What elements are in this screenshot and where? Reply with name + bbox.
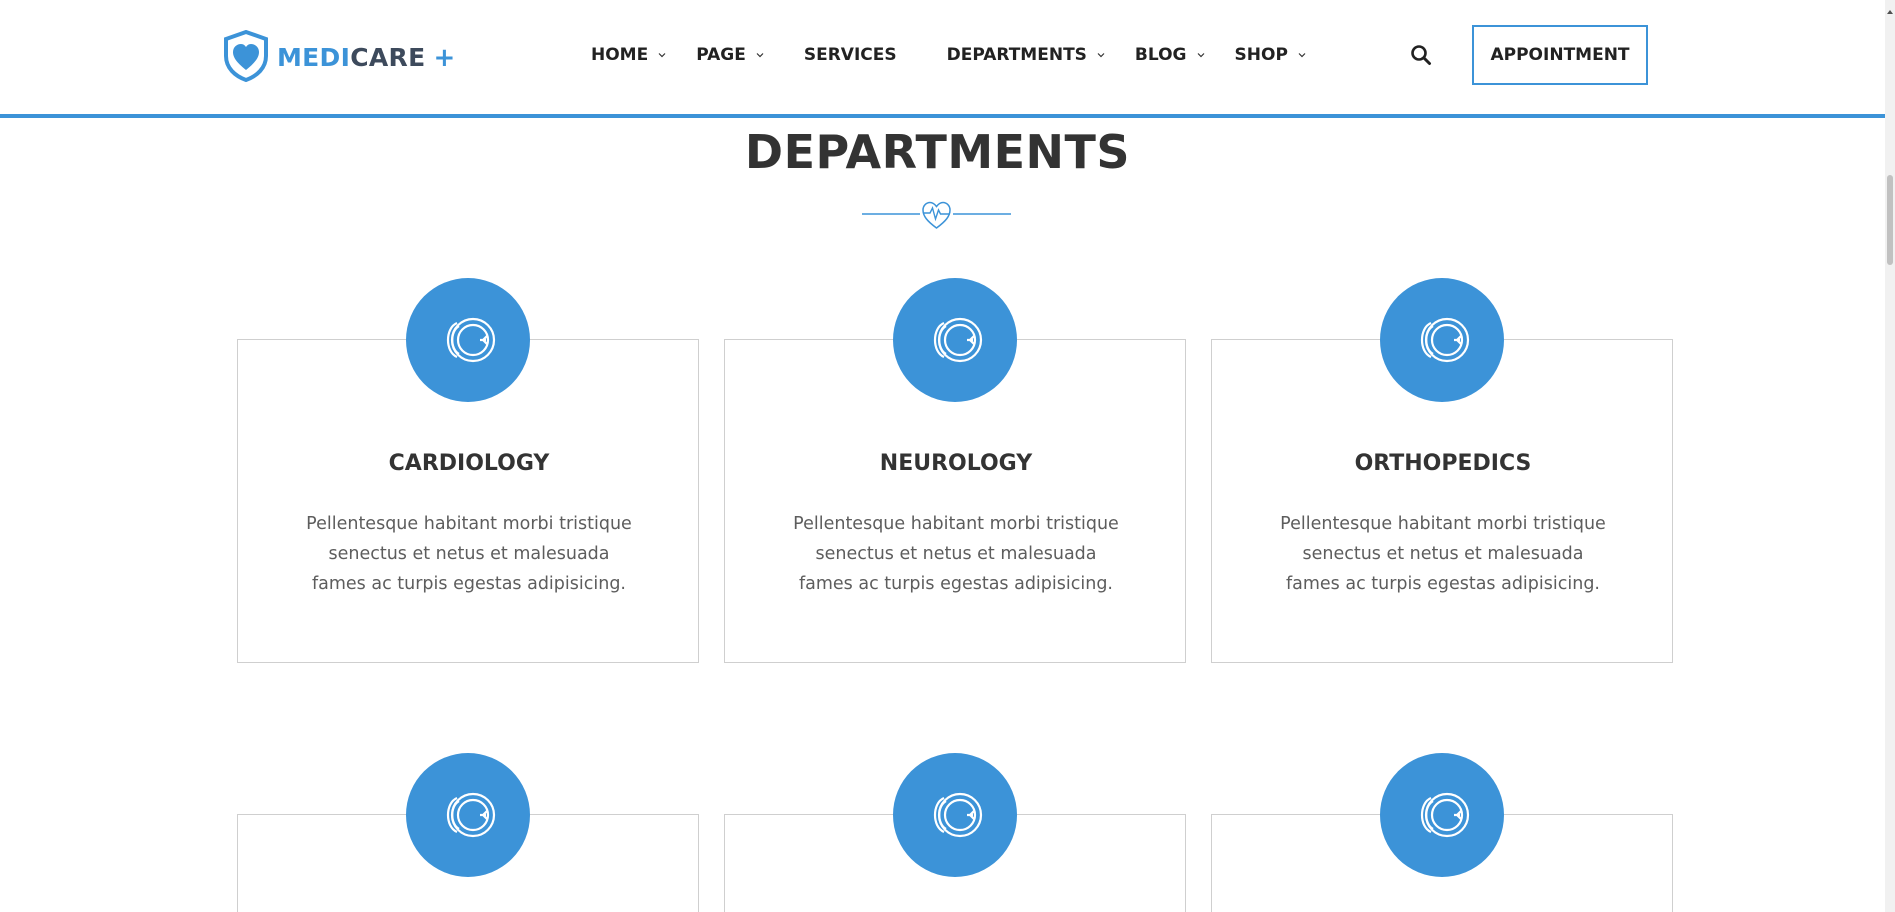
eye-lens-icon bbox=[1380, 278, 1504, 402]
description-line: Pellentesque habitant morbi tristique bbox=[793, 514, 1119, 534]
eye-lens-icon bbox=[893, 753, 1017, 877]
nav-item-home[interactable]: HOME bbox=[591, 45, 666, 65]
eye-lens-icon bbox=[1380, 753, 1504, 877]
eye-lens-icon bbox=[893, 278, 1017, 402]
main-nav: HOME PAGE SERVICES DEPARTMENTS BLOG SHOP bbox=[591, 0, 1306, 110]
description-line: fames ac turpis egestas adipisicing. bbox=[798, 574, 1113, 594]
site-header: MEDICARE + HOME PAGE SERVICES DEPARTMENTS… bbox=[0, 0, 1885, 118]
nav-item-label: DEPARTMENTS bbox=[946, 45, 1087, 65]
appointment-button[interactable]: APPOINTMENT bbox=[1472, 25, 1648, 85]
nav-item-label: SHOP bbox=[1234, 45, 1288, 65]
department-title: CARDIOLOGY bbox=[388, 451, 550, 476]
nav-item-label: BLOG bbox=[1134, 45, 1187, 65]
logo-text-medi: MEDI bbox=[277, 43, 351, 72]
nav-item-shop[interactable]: SHOP bbox=[1235, 45, 1306, 65]
eye-lens-icon bbox=[406, 278, 530, 402]
department-description: Pellentesque habitant morbi tristique se… bbox=[725, 509, 1187, 599]
site-logo[interactable]: MEDICARE + bbox=[223, 29, 456, 86]
description-line: fames ac turpis egestas adipisicing. bbox=[1285, 574, 1600, 594]
scrollbar-thumb[interactable] bbox=[1887, 175, 1893, 265]
logo-text-care: CARE bbox=[350, 43, 426, 72]
chevron-down-icon bbox=[1298, 51, 1306, 59]
department-title: NEUROLOGY bbox=[879, 451, 1033, 476]
scrollbar-track[interactable] bbox=[1885, 0, 1895, 912]
logo-plus: + bbox=[433, 43, 456, 73]
nav-item-label: HOME bbox=[591, 45, 649, 65]
nav-item-page[interactable]: PAGE bbox=[696, 45, 764, 65]
department-title: ORTHOPEDICS bbox=[1354, 451, 1532, 476]
description-line: Pellentesque habitant morbi tristique bbox=[1280, 514, 1606, 534]
shield-heart-icon bbox=[223, 29, 269, 86]
heartbeat-icon bbox=[860, 197, 1013, 231]
nav-item-services[interactable]: SERVICES bbox=[804, 45, 897, 65]
eye-lens-icon bbox=[406, 753, 530, 877]
department-description: Pellentesque habitant morbi tristique se… bbox=[238, 509, 700, 599]
description-line: senectus et netus et malesuada bbox=[1302, 544, 1584, 564]
chevron-down-icon bbox=[658, 51, 666, 59]
nav-item-label: SERVICES bbox=[803, 45, 897, 65]
description-line: fames ac turpis egestas adipisicing. bbox=[311, 574, 626, 594]
chevron-down-icon bbox=[1197, 51, 1205, 59]
chevron-down-icon bbox=[1097, 51, 1105, 59]
page: MEDICARE + HOME PAGE SERVICES DEPARTMENTS… bbox=[0, 0, 1895, 912]
nav-item-blog[interactable]: BLOG bbox=[1135, 45, 1205, 65]
chevron-down-icon bbox=[756, 51, 764, 59]
description-line: senectus et netus et malesuada bbox=[328, 544, 610, 564]
search-icon[interactable] bbox=[1410, 44, 1432, 66]
description-line: senectus et netus et malesuada bbox=[815, 544, 1097, 564]
section-title: DEPARTMENTS bbox=[744, 125, 1131, 179]
scroll-up-arrow-icon[interactable] bbox=[1886, 1, 1894, 14]
nav-item-departments[interactable]: DEPARTMENTS bbox=[947, 45, 1105, 65]
department-description: Pellentesque habitant morbi tristique se… bbox=[1212, 509, 1674, 599]
nav-item-label: PAGE bbox=[696, 45, 746, 65]
description-line: Pellentesque habitant morbi tristique bbox=[306, 514, 632, 534]
